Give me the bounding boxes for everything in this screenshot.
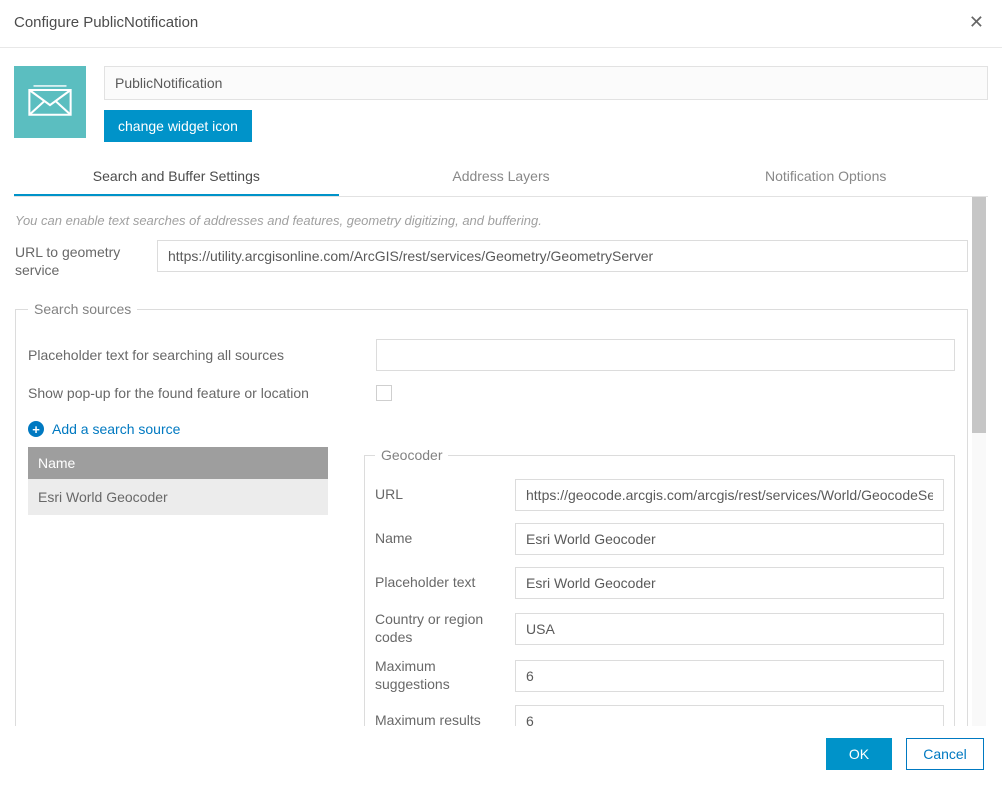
tab-address-layers[interactable]: Address Layers <box>339 156 664 196</box>
placeholder-label: Placeholder text for searching all sourc… <box>28 347 358 363</box>
change-widget-icon-button[interactable]: change widget icon <box>104 110 252 142</box>
search-sources-fieldset: Search sources Placeholder text for sear… <box>15 301 968 726</box>
geocoder-country-row: Country or region codes <box>375 611 944 646</box>
hint-text: You can enable text searches of addresse… <box>15 213 968 228</box>
envelope-icon <box>28 83 72 122</box>
dialog-title: Configure PublicNotification <box>14 14 198 31</box>
popup-row: Show pop-up for the found feature or loc… <box>28 385 955 401</box>
placeholder-row: Placeholder text for searching all sourc… <box>28 339 955 371</box>
widget-header-row: change widget icon <box>14 66 988 142</box>
source-panel: Name Esri World Geocoder Geocoder URL Na… <box>28 447 955 726</box>
tab-notification-options[interactable]: Notification Options <box>663 156 988 196</box>
tab-search-buffer[interactable]: Search and Buffer Settings <box>14 156 339 196</box>
geocoder-country-input[interactable] <box>515 613 944 645</box>
settings-scroll-area: You can enable text searches of addresse… <box>14 197 988 726</box>
geocoder-url-row: URL <box>375 479 944 511</box>
geocoder-max-results-input[interactable] <box>515 705 944 726</box>
search-sources-legend: Search sources <box>28 301 137 317</box>
geocoder-fieldset: Geocoder URL Name Placeholder text <box>364 447 955 726</box>
geocoder-country-label: Country or region codes <box>375 611 501 646</box>
geocoder-max-suggestions-row: Maximum suggestions <box>375 658 944 693</box>
geocoder-placeholder-row: Placeholder text <box>375 567 944 599</box>
geocoder-max-results-row: Maximum results <box>375 705 944 726</box>
geometry-url-label: URL to geometry service <box>15 240 145 279</box>
dialog-button-bar: OK Cancel <box>0 726 1002 786</box>
geometry-url-row: URL to geometry service <box>15 240 968 279</box>
geocoder-url-label: URL <box>375 486 501 504</box>
geocoder-name-label: Name <box>375 530 501 548</box>
popup-label: Show pop-up for the found feature or loc… <box>28 385 358 401</box>
geocoder-legend: Geocoder <box>375 447 448 463</box>
widget-name-input[interactable] <box>104 66 988 100</box>
popup-checkbox[interactable] <box>376 385 392 401</box>
geocoder-placeholder-label: Placeholder text <box>375 574 501 592</box>
sources-table: Name Esri World Geocoder <box>28 447 328 515</box>
geocoder-max-suggestions-label: Maximum suggestions <box>375 658 501 693</box>
geocoder-url-input[interactable] <box>515 479 944 511</box>
settings-tabs: Search and Buffer Settings Address Layer… <box>14 156 988 197</box>
add-search-source-link[interactable]: + Add a search source <box>28 421 180 437</box>
geocoder-max-results-label: Maximum results <box>375 712 501 726</box>
geocoder-name-input[interactable] <box>515 523 944 555</box>
plus-circle-icon: + <box>28 421 44 437</box>
source-row-esri-world-geocoder[interactable]: Esri World Geocoder <box>28 479 328 515</box>
ok-button[interactable]: OK <box>826 738 892 770</box>
geocoder-placeholder-input[interactable] <box>515 567 944 599</box>
geometry-url-input[interactable] <box>157 240 968 272</box>
geocoder-max-suggestions-input[interactable] <box>515 660 944 692</box>
add-search-source-label: Add a search source <box>52 421 180 437</box>
placeholder-input[interactable] <box>376 339 955 371</box>
dialog-body: change widget icon Search and Buffer Set… <box>0 48 1002 726</box>
configure-dialog: Configure PublicNotification ✕ change wi <box>0 0 1002 786</box>
widget-title-column: change widget icon <box>104 66 988 142</box>
close-icon[interactable]: ✕ <box>963 8 990 37</box>
sources-table-header: Name <box>28 447 328 479</box>
settings-content: You can enable text searches of addresse… <box>14 197 988 726</box>
geocoder-name-row: Name <box>375 523 944 555</box>
dialog-titlebar: Configure PublicNotification ✕ <box>0 0 1002 48</box>
widget-icon-tile[interactable] <box>14 66 86 138</box>
cancel-button[interactable]: Cancel <box>906 738 984 770</box>
